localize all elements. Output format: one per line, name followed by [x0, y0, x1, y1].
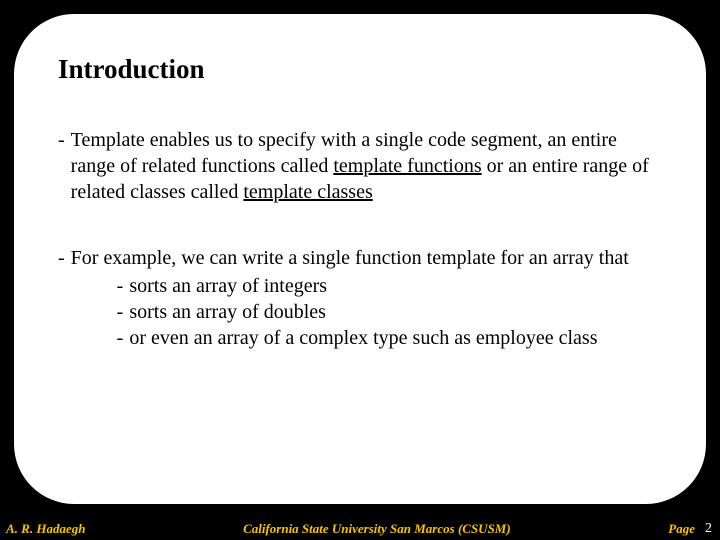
footer-institution: California State University San Marcos (…: [85, 521, 668, 537]
sub-bullet-1-text: sorts an array of integers: [129, 273, 662, 299]
footer-page-number: 2: [705, 521, 712, 537]
bullet-2-content: For example, we can write a single funct…: [71, 245, 662, 351]
footer-page-group: Page 2: [668, 521, 720, 537]
page-title: Introduction: [58, 54, 662, 85]
slide-footer: A. R. Hadaegh California State Universit…: [0, 518, 720, 540]
bullet-dash: -: [117, 273, 130, 299]
sub-bullet-3-text: or even an array of a complex type such …: [129, 325, 662, 351]
bullet-1: - Template enables us to specify with a …: [58, 127, 662, 205]
slide-card: Introduction - Template enables us to sp…: [14, 14, 706, 504]
sub-bullet-3: - or even an array of a complex type suc…: [117, 325, 662, 351]
bullet-dash: -: [117, 299, 130, 325]
para2-lead: For example, we can write a single funct…: [71, 247, 629, 269]
footer-author: A. R. Hadaegh: [0, 521, 85, 537]
footer-page-label: Page: [668, 521, 695, 537]
bullet-dash: -: [58, 245, 71, 351]
sub-bullet-2: - sorts an array of doubles: [117, 299, 662, 325]
para1-underline-1: template functions: [333, 155, 481, 177]
sub-bullet-2-text: sorts an array of doubles: [129, 299, 662, 325]
para1-underline-2: template classes: [243, 181, 372, 203]
bullet-dash: -: [117, 325, 130, 351]
sub-bullet-1: - sorts an array of integers: [117, 273, 662, 299]
bullet-2: - For example, we can write a single fun…: [58, 245, 662, 351]
bullet-1-content: Template enables us to specify with a si…: [71, 127, 662, 205]
bullet-dash: -: [58, 127, 71, 205]
sub-bullet-list: - sorts an array of integers - sorts an …: [117, 273, 662, 351]
slide-body: - Template enables us to specify with a …: [58, 127, 662, 351]
